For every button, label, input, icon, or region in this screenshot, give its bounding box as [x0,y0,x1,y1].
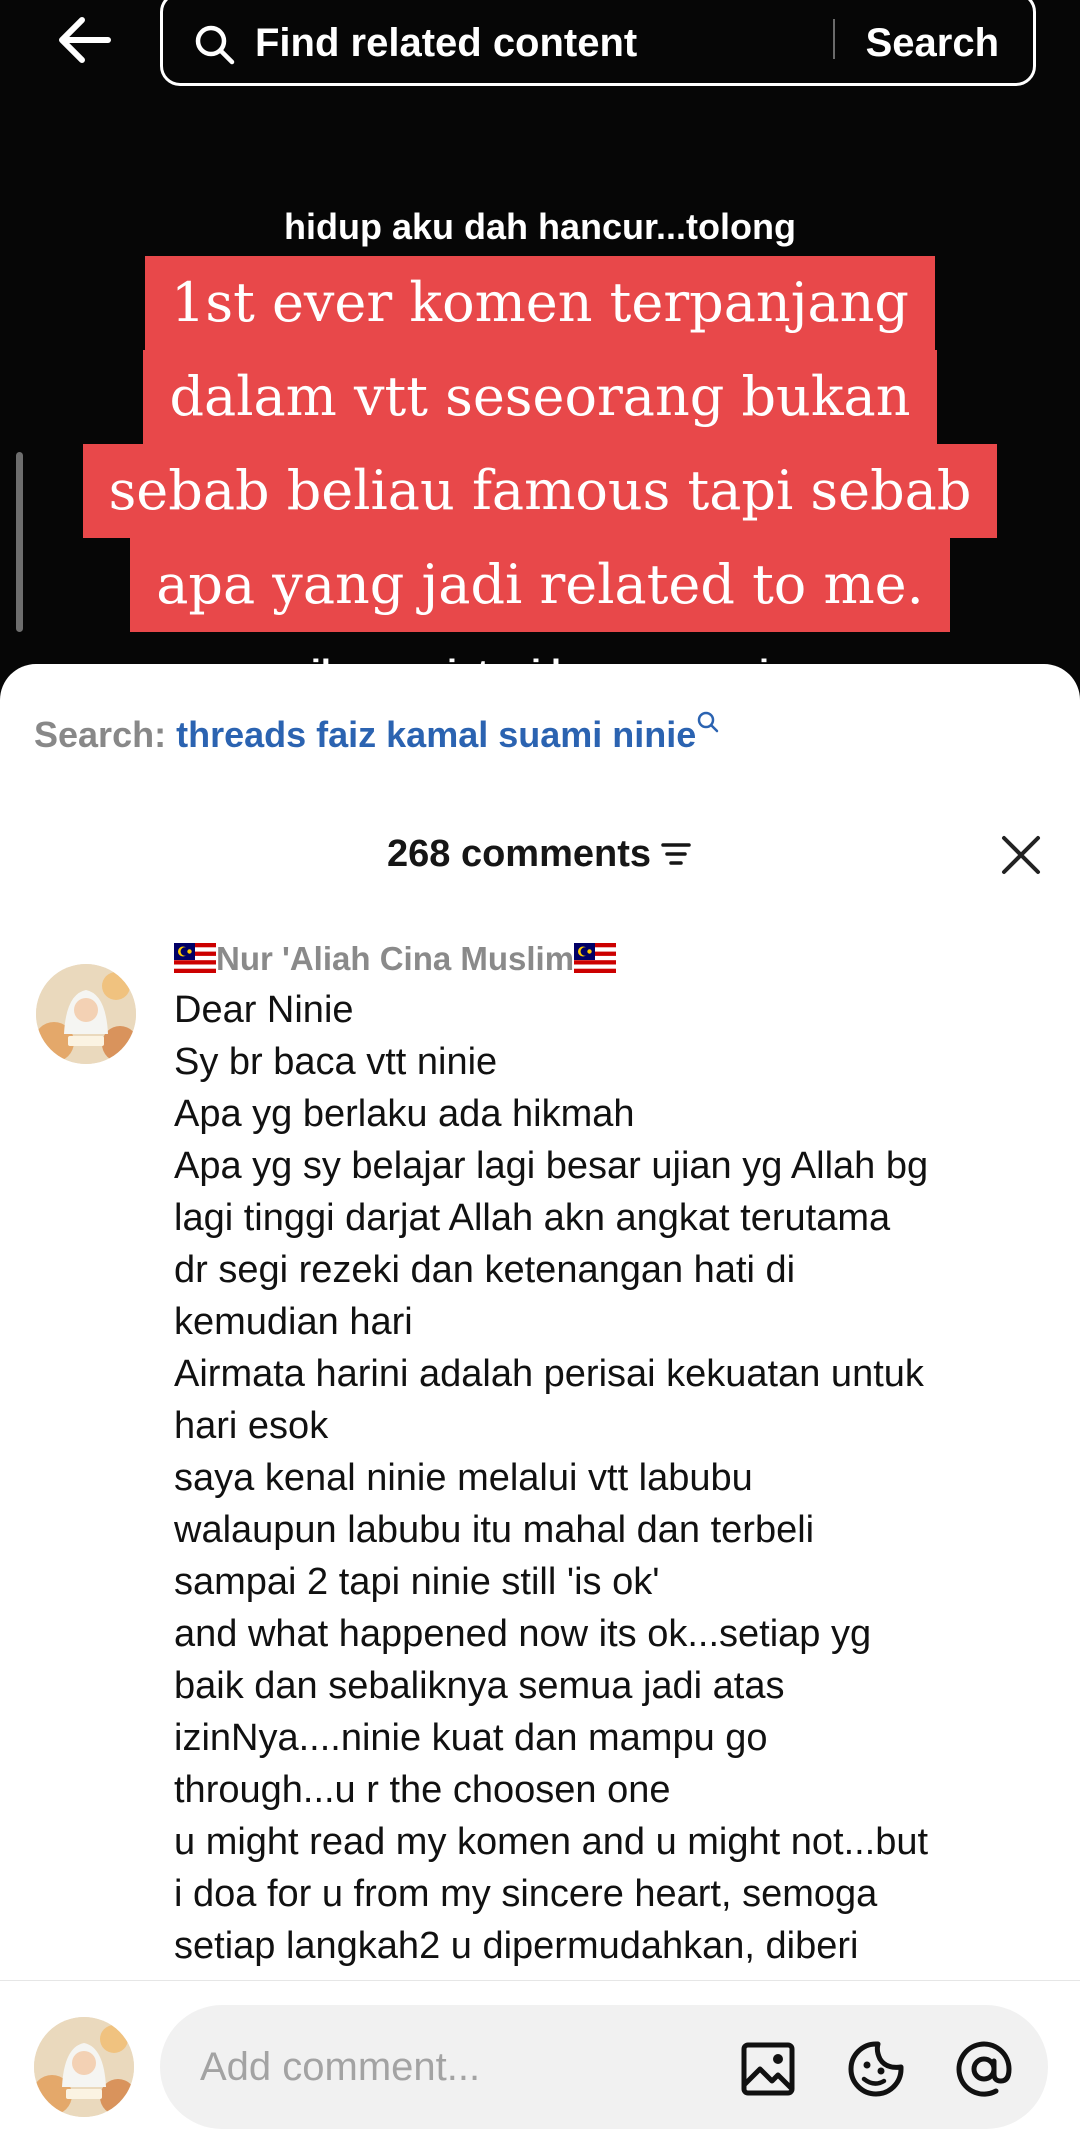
search-hint-label: Search: [34,714,167,755]
close-icon[interactable] [998,832,1044,878]
search-hint-term[interactable]: threads faiz kamal suami ninie [176,714,696,755]
comment-username-text: Nur 'Aliah Cina Muslim [216,940,575,977]
comment-line: u might read my komen and u might not...… [174,1821,929,1863]
comment-line: i doa for u from my sincere heart, semog… [174,1873,878,1915]
related-search-suggestion[interactable]: Search: threads faiz kamal suami ninie [34,708,720,762]
image-icon[interactable] [738,2039,798,2099]
comment-count[interactable]: 268 comments [0,814,1080,894]
search-icon [195,25,235,65]
overlay-line: sebab beliau famous tapi sebab [82,444,998,538]
comment-count-label: 268 comments [386,833,651,875]
avatar-image [36,964,136,1064]
comments-sheet: Search: threads faiz kamal suami ninie 2… [0,664,1080,2148]
comment-text[interactable]: Dear Ninie Sy br baca vtt ninie Apa yg b… [174,984,1054,1972]
comment-line: Dear Ninie [174,989,354,1031]
comment-line: Airmata harini adalah perisai kekuatan u… [174,1353,924,1395]
comment-username[interactable]: Nur 'Aliah Cina Muslim [174,934,617,984]
comment-line: izinNya....ninie kuat dan mampu go [174,1717,768,1759]
malaysia-flag-icon [174,943,216,974]
add-comment-field[interactable]: Add comment... [160,2005,1048,2129]
comment-line: walaupun labubu itu mahal dan terbeli [174,1509,815,1551]
search-icon [698,711,719,733]
mention-icon[interactable] [954,2039,1014,2099]
search-bar[interactable]: Find related content Search [160,0,1036,86]
search-button[interactable]: Search [866,13,999,73]
my-avatar[interactable] [34,2017,134,2117]
avatar[interactable] [36,964,136,1064]
filter-icon[interactable] [659,837,693,871]
add-comment-placeholder: Add comment... [200,2045,481,2089]
sticker-icon[interactable] [846,2039,906,2099]
comment-line: through...u r the choosen one [174,1769,671,1811]
overlay-line: apa yang jadi related to me. [130,538,950,632]
video-text-overlay: 1st ever komen terpanjang dalam vtt sese… [0,256,1080,632]
overlay-line: 1st ever komen terpanjang [145,256,935,350]
avatar-image [34,2017,134,2117]
comment-line: Sy br baca vtt ninie [174,1041,498,1083]
video-player[interactable]: Find related content Search hidup aku da… [0,0,1080,700]
back-button[interactable] [48,8,120,72]
comment-line: kemudian hari [174,1301,413,1343]
comment-line: Apa yg berlaku ada hikmah [174,1093,635,1135]
comment-line: dr segi rezeki dan ketenangan hati di [174,1249,796,1291]
comment-line: setiap langkah2 u dipermudahkan, diberi [174,1925,859,1967]
video-scroll-indicator [16,452,23,632]
comment-line: sampai 2 tapi ninie still 'is ok' [174,1561,660,1603]
comment-line: hari esok [174,1405,329,1447]
comment-line: and what happened now its ok...setiap yg [174,1613,872,1655]
search-divider [833,19,835,59]
video-caption-top: hidup aku dah hancur...tolong [284,206,796,247]
comments-header: 268 comments [0,814,1080,894]
comment-line: Apa yg sy belajar lagi besar ujian yg Al… [174,1145,929,1187]
comment-line: baik dan sebaliknya semua jadi atas [174,1665,785,1707]
search-placeholder[interactable]: Find related content [255,13,637,73]
comment-input-bar: Add comment... [0,1980,1080,2148]
arrow-left-icon [59,17,111,63]
overlay-line: dalam vtt seseorang bukan [143,350,937,444]
comment-line: lagi tinggi darjat Allah akn angkat teru… [174,1197,891,1239]
comment-line: saya kenal ninie melalui vtt labubu [174,1457,753,1499]
malaysia-flag-icon [574,943,617,974]
